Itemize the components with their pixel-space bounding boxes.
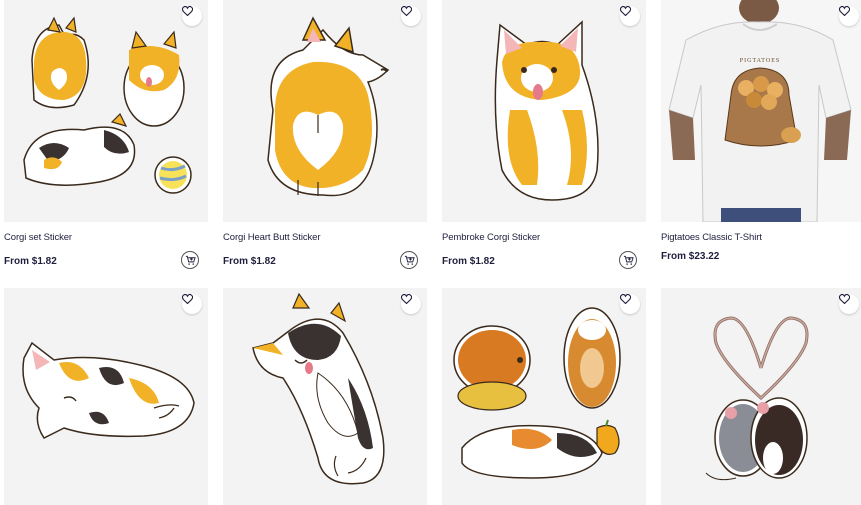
- favorite-button[interactable]: [620, 6, 640, 26]
- product-image[interactable]: [223, 288, 427, 505]
- product-image[interactable]: [223, 0, 427, 222]
- product-price: From $23.22: [661, 251, 720, 262]
- product-title[interactable]: Corgi set Sticker: [4, 232, 72, 243]
- heart-icon: [401, 6, 412, 16]
- product-title[interactable]: Pigtatoes Classic T-Shirt: [661, 232, 762, 243]
- heart-icon: [182, 294, 193, 304]
- product-title[interactable]: Corgi Heart Butt Sticker: [223, 232, 320, 243]
- calico-cat-sticker-image: [22, 341, 195, 439]
- heart-icon: [620, 6, 631, 16]
- product-price: From $1.82: [442, 256, 495, 267]
- product-grid: Corgi set Sticker From $1.82 Corgi Heart…: [0, 0, 861, 505]
- product-title[interactable]: Pembroke Corgi Sticker: [442, 232, 540, 243]
- product-price: From $1.82: [4, 256, 57, 267]
- cart-plus-icon: [185, 255, 196, 265]
- add-to-cart-button[interactable]: [181, 251, 199, 269]
- heart-icon: [401, 294, 412, 304]
- heart-icon: [839, 294, 850, 304]
- pigtatoes-tshirt-image: PIGTATOES: [668, 0, 852, 222]
- favorite-button[interactable]: [839, 6, 859, 26]
- cart-plus-icon: [623, 255, 634, 265]
- favorite-button[interactable]: [839, 294, 859, 314]
- product-image[interactable]: [442, 0, 646, 222]
- shirt-print-text: PIGTATOES: [740, 58, 780, 64]
- product-price: From $1.82: [223, 256, 276, 267]
- heart-icon: [182, 6, 193, 16]
- product-image[interactable]: [661, 288, 861, 505]
- add-to-cart-button[interactable]: [400, 251, 418, 269]
- product-image[interactable]: [4, 0, 208, 222]
- favorite-button[interactable]: [401, 6, 421, 26]
- product-image[interactable]: [4, 288, 208, 505]
- guinea-pig-sticker-image: [453, 307, 621, 479]
- product-image[interactable]: [442, 288, 646, 505]
- cart-plus-icon: [404, 255, 415, 265]
- add-to-cart-button[interactable]: [619, 251, 637, 269]
- corgi-heart-butt-sticker-image: [267, 16, 390, 197]
- pembroke-corgi-sticker-image: [494, 20, 599, 201]
- rats-heart-sticker-image: [705, 316, 809, 481]
- corgi-set-sticker-image: [23, 16, 192, 194]
- favorite-button[interactable]: [620, 294, 640, 314]
- product-image[interactable]: PIGTATOES: [661, 0, 861, 222]
- favorite-button[interactable]: [182, 294, 202, 314]
- favorite-button[interactable]: [182, 6, 202, 26]
- heart-icon: [620, 294, 631, 304]
- favorite-button[interactable]: [401, 294, 421, 314]
- tricolor-corgi-sticker-image: [252, 292, 385, 485]
- heart-icon: [839, 6, 850, 16]
